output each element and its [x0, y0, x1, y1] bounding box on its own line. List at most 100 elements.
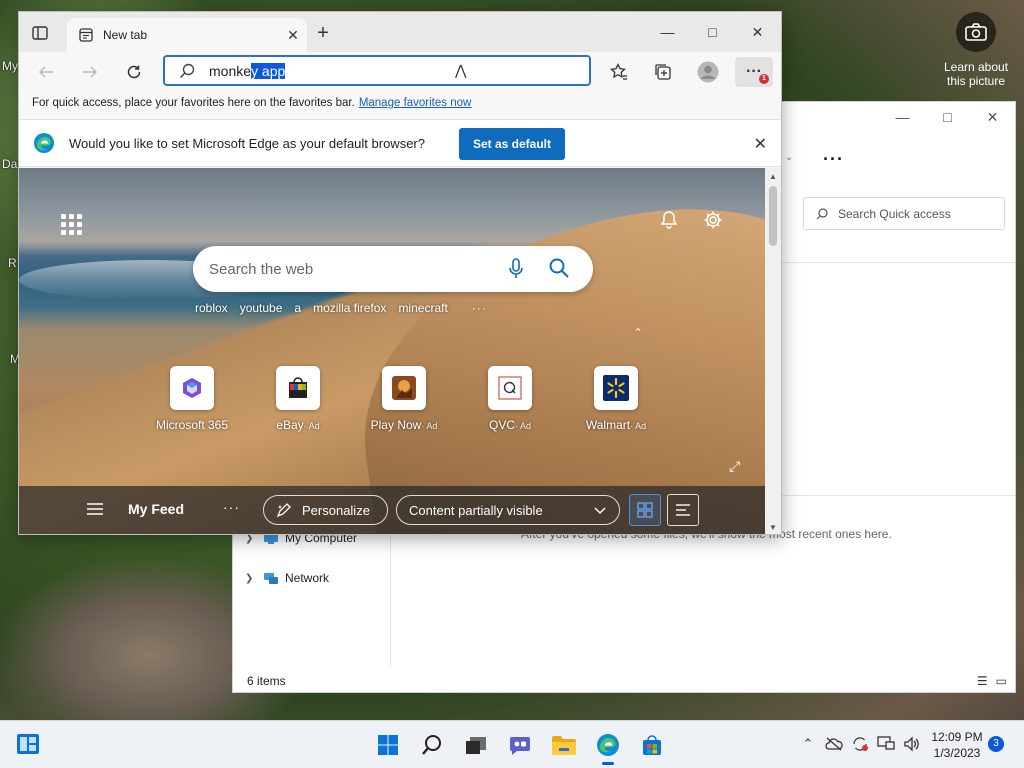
trending-searches: roblox youtube a mozilla firefox minecra… — [195, 301, 499, 315]
store-icon — [643, 735, 661, 755]
page-scrollbar[interactable]: ▲ ▼ — [765, 168, 781, 534]
chat-button[interactable] — [498, 729, 542, 761]
tiles-view-icon[interactable]: ▭ — [996, 674, 1007, 688]
my-feed-tab[interactable]: My Feed — [128, 501, 184, 517]
desktop-icon-label[interactable]: Da — [2, 157, 17, 171]
close-window-button[interactable]: ✕ — [735, 18, 780, 46]
trending-search-link[interactable]: minecraft — [398, 301, 447, 315]
minimize-button[interactable]: — — [645, 18, 690, 46]
start-button[interactable] — [366, 729, 410, 761]
search-icon — [816, 207, 828, 219]
task-view-button[interactable] — [454, 729, 498, 761]
explorer-search-input[interactable]: Search Quick access — [803, 197, 1005, 230]
desktop-icon-label[interactable]: R — [8, 256, 17, 270]
system-clock[interactable]: 12:09 PM 1/3/2023 — [926, 729, 988, 761]
personalize-button[interactable]: Personalize — [263, 495, 388, 525]
tab-title: New tab — [103, 28, 148, 42]
quick-link-tile[interactable]: Microsoft 365 — [139, 366, 245, 432]
scroll-up-icon[interactable]: ▲ — [769, 172, 777, 181]
content-visibility-dropdown[interactable]: Content partially visible — [396, 495, 620, 525]
new-tab-button[interactable]: + — [311, 22, 335, 46]
widgets-button[interactable] — [16, 733, 40, 755]
menu-icon[interactable] — [87, 502, 103, 516]
nav-item-network[interactable]: ❯ Network — [245, 571, 329, 585]
desktop-icon-label[interactable]: My — [2, 59, 18, 73]
edge-taskbar-button[interactable] — [586, 729, 630, 765]
expand-icon[interactable]: ⤢ — [729, 458, 740, 475]
grid-view-button[interactable] — [629, 494, 661, 526]
refresh-button[interactable] — [119, 58, 149, 86]
minimize-button[interactable]: — — [880, 102, 925, 132]
scrollbar-thumb[interactable] — [769, 186, 777, 246]
onedrive-offline-icon[interactable] — [824, 735, 844, 753]
feed-more-button[interactable]: ··· — [223, 499, 240, 515]
manage-favorites-link[interactable]: Manage favorites now — [359, 97, 472, 109]
collections-icon — [655, 64, 671, 80]
sparkle-pen-icon — [276, 503, 291, 518]
forward-button[interactable] — [75, 58, 105, 86]
more-searches-button[interactable]: ··· — [472, 301, 487, 315]
taskbar: ⌃ 12:09 PM 1/3/2023 3 — [0, 720, 1024, 768]
collections-button[interactable] — [648, 58, 678, 86]
personalize-label: Personalize — [302, 502, 370, 518]
app-launcher-icon[interactable] — [61, 214, 82, 235]
favorites-star-icon — [610, 63, 627, 80]
trending-search-link[interactable]: roblox — [195, 301, 228, 315]
profile-button[interactable] — [693, 58, 723, 86]
close-button[interactable]: ✕ — [970, 102, 1015, 132]
chevron-up-icon[interactable]: ⌃ — [798, 735, 818, 753]
set-as-default-button[interactable]: Set as default — [459, 128, 565, 160]
notifications-bell-icon[interactable] — [659, 210, 679, 233]
web-search-input[interactable]: Search the web — [193, 246, 593, 292]
settings-and-more-button[interactable]: ··· 1 — [735, 57, 773, 87]
quick-link-tile[interactable]: QVC· Ad — [457, 366, 563, 432]
favorites-button[interactable] — [604, 58, 634, 86]
quick-link-tile[interactable]: Play Now· Ad — [351, 366, 457, 432]
tile-label: Microsoft 365 — [155, 418, 229, 432]
maximize-button[interactable]: □ — [690, 18, 735, 46]
chevron-up-icon[interactable]: ⌃ — [633, 326, 643, 340]
file-explorer-button[interactable] — [542, 729, 586, 761]
quick-link-tile[interactable]: eBay· Ad — [245, 366, 351, 432]
edge-window[interactable]: New tab ✕ + — □ ✕ monke y app ⋀ ··· 1 Fo… — [18, 11, 782, 535]
microphone-icon[interactable] — [509, 258, 523, 280]
chat-icon — [510, 737, 530, 755]
tab-actions-button[interactable] — [29, 23, 51, 43]
arrow-right-icon — [83, 66, 98, 78]
volume-icon[interactable] — [902, 735, 922, 753]
tile-label: Play Now — [370, 418, 422, 432]
view-toggle: ☰ ▭ — [977, 674, 1007, 688]
back-button[interactable] — [31, 58, 61, 86]
browser-toolbar: monke y app ⋀ ··· 1 — [19, 52, 781, 92]
address-bar[interactable]: monke y app ⋀ — [163, 55, 591, 86]
feed-bar: My Feed ··· Personalize Content partiall… — [19, 486, 765, 534]
search-button[interactable] — [410, 729, 454, 761]
sync-alert-icon[interactable] — [850, 735, 870, 753]
maximize-button[interactable]: □ — [925, 102, 970, 132]
explorer-more-button[interactable]: ··· — [823, 149, 844, 170]
trending-search-link[interactable]: mozilla firefox — [313, 301, 386, 315]
tab-bar: New tab ✕ + — □ ✕ — [19, 12, 781, 52]
close-icon[interactable]: ✕ — [754, 134, 767, 154]
chevron-down-icon[interactable]: ⌄ — [785, 152, 793, 163]
learn-about-picture-widget[interactable]: Learn about this picture — [938, 12, 1014, 88]
favorites-bar: For quick access, place your favorites h… — [19, 92, 781, 116]
microsoft-store-button[interactable] — [630, 729, 674, 761]
quick-link-tile[interactable]: Walmart· Ad — [563, 366, 669, 432]
details-view-icon[interactable]: ☰ — [977, 674, 988, 688]
chevron-right-icon[interactable]: ❯ — [245, 573, 263, 584]
camera-widget-label: Learn about this picture — [943, 60, 1009, 88]
notification-count-badge[interactable]: 3 — [988, 736, 1004, 752]
favorites-bar-message: For quick access, place your favorites h… — [32, 97, 355, 109]
list-view-button[interactable] — [667, 494, 699, 526]
trending-search-link[interactable]: a — [294, 301, 301, 315]
network-icon[interactable] — [876, 735, 896, 753]
search-icon[interactable] — [549, 258, 569, 278]
system-tray: ⌃ — [798, 735, 922, 753]
close-tab-button[interactable]: ✕ — [285, 27, 301, 44]
scroll-down-icon[interactable]: ▼ — [769, 523, 777, 532]
trending-search-link[interactable]: youtube — [240, 301, 283, 315]
tab-new-tab[interactable]: New tab ✕ — [67, 18, 307, 52]
qvc-icon — [488, 366, 532, 410]
page-settings-gear-icon[interactable] — [703, 210, 723, 233]
